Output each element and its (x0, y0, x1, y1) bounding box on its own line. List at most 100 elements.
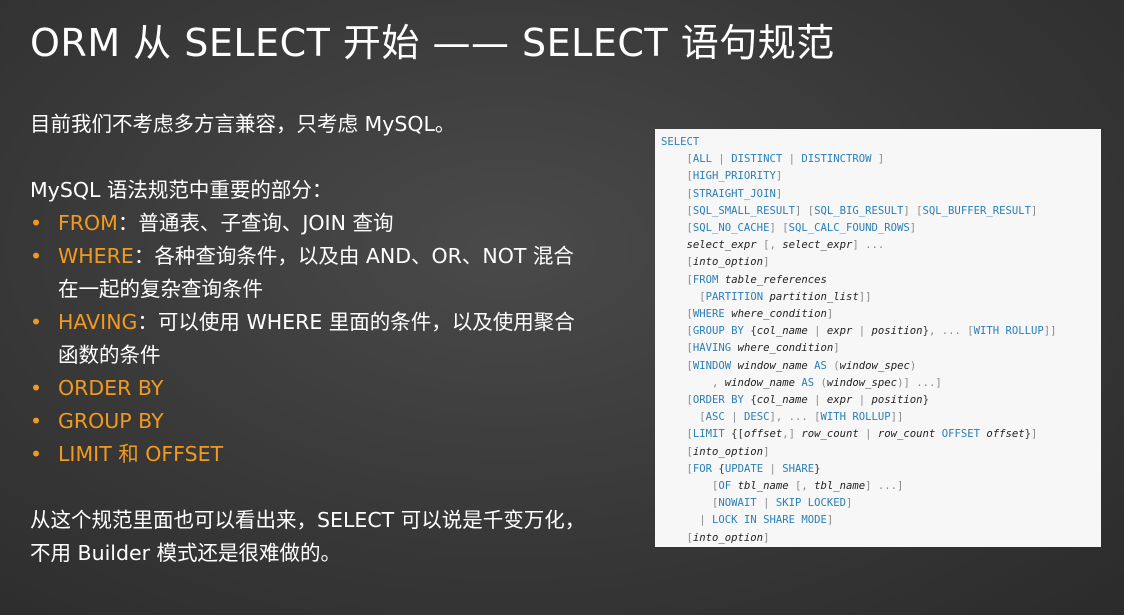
syntax-param: expr (826, 394, 853, 407)
syntax-bracket: ] (846, 497, 853, 510)
syntax-param: offset (986, 428, 1025, 441)
bullet-list: • FROM：普通表、子查询、JOIN 查询 • WHERE：各种查询条件，以及由 … (30, 207, 590, 471)
syntax-param: row_count (877, 428, 936, 441)
syntax-line: [ORDER BY {col_name | expr | position} (661, 392, 1101, 409)
syntax-param: into_option (692, 531, 764, 544)
syntax-text (661, 428, 687, 440)
syntax-text (661, 308, 687, 320)
syntax-keyword: SHARE (782, 462, 815, 475)
syntax-bracket: ] (826, 514, 834, 527)
syntax-line: [FROM table_references (661, 272, 1101, 289)
syntax-param: where_condition (731, 308, 827, 321)
syntax-text (661, 377, 712, 389)
syntax-text (661, 274, 687, 286)
syntax-text (661, 170, 687, 182)
syntax-bracket: ( (814, 376, 827, 389)
syntax-line: [SQL_SMALL_RESULT] [SQL_BIG_RESULT] [SQL… (661, 203, 1101, 220)
bullet-text: ：普通表、子查询、JOIN 查询 (117, 211, 394, 235)
list-item: • FROM：普通表、子查询、JOIN 查询 (30, 207, 590, 240)
syntax-keyword: AS (801, 376, 815, 389)
syntax-line: | LOCK IN SHARE MODE] (661, 512, 1101, 529)
syntax-bracket: ] ...] (865, 480, 904, 493)
syntax-line: [ASC | DESC], ... [WITH ROLLUP]] (661, 409, 1101, 426)
syntax-bracket: ] (763, 531, 770, 544)
syntax-text (661, 532, 687, 544)
select-syntax-code: SELECT [ALL | DISTINCT | DISTINCTROW ] [… (661, 134, 1101, 547)
syntax-text (661, 394, 687, 406)
syntax-bracket: | (807, 394, 827, 407)
conclusion-text: 从这个规范里面也可以看出来，SELECT 可以说是千变万化，不用 Builder… (30, 508, 586, 565)
syntax-text (661, 325, 687, 337)
syntax-bracket: | (699, 514, 713, 527)
list-item: • HAVING：可以使用 WHERE 里面的条件，以及使用聚合函数的条件 (30, 306, 590, 372)
syntax-keyword: HAVING (692, 342, 732, 355)
syntax-line: [GROUP BY {col_name | expr | position}, … (661, 323, 1101, 340)
bullet-keyword: FROM (58, 211, 118, 235)
intro-text: 目前我们不考虑多方言兼容，只考虑 MySQL。 (30, 112, 456, 136)
syntax-keyword: ALL (692, 153, 713, 166)
syntax-line: [WHERE where_condition] (661, 306, 1101, 323)
list-item: • ORDER BY (30, 372, 590, 405)
syntax-bracket: ] (763, 445, 770, 458)
syntax-keyword: FOR (692, 462, 713, 475)
syntax-bracket: | (852, 394, 872, 407)
syntax-keyword: HIGH_PRIORITY (692, 170, 776, 183)
syntax-bracket: ] [ (769, 222, 789, 235)
syntax-param: offset (743, 428, 783, 441)
syntax-bracket: ], ... [ (769, 411, 821, 424)
syntax-param: tbl_name (814, 480, 866, 493)
syntax-line: , window_name AS (window_spec)] ...] (661, 375, 1101, 392)
syntax-bracket: ] (1031, 428, 1038, 441)
subheading: MySQL 语法规范中重要的部分： (30, 178, 333, 202)
syntax-line: [WINDOW window_name AS (window_spec) (661, 358, 1101, 375)
syntax-param: expr (826, 325, 853, 338)
syntax-keyword: WITH ROLLUP (820, 411, 891, 424)
syntax-keyword: AS (814, 359, 827, 372)
bullet-dot-icon: • (30, 310, 43, 334)
content-panel: 目前我们不考虑多方言兼容，只考虑 MySQL。 MySQL 语法规范中重要的部分… (30, 108, 590, 570)
syntax-line: [FOR {UPDATE | SHARE} (661, 461, 1101, 478)
syntax-bracket: ] (833, 342, 840, 355)
bullet-keyword: WHERE (58, 244, 134, 268)
syntax-bracket: ] (775, 187, 783, 200)
syntax-param: window_name (737, 359, 808, 372)
syntax-text (661, 497, 712, 509)
syntax-keyword: SQL_CALC_FOUND_ROWS (788, 222, 910, 235)
syntax-line: [into_option] (661, 254, 1101, 271)
syntax-param: position (871, 325, 923, 338)
syntax-line: [into_option] (661, 444, 1101, 461)
bullet-keyword: GROUP BY (58, 409, 164, 433)
syntax-keyword: SQL_BIG_RESULT (814, 204, 904, 217)
syntax-keyword: PARTITION (705, 290, 764, 303)
syntax-keyword: ASC (705, 411, 725, 424)
syntax-text (661, 411, 699, 423)
syntax-line: [SQL_NO_CACHE] [SQL_CALC_FOUND_ROWS] (661, 220, 1101, 237)
select-syntax-box: SELECT [ALL | DISTINCT | DISTINCTROW ] [… (655, 129, 1101, 547)
syntax-bracket: [, (756, 239, 783, 252)
syntax-param: select_expr (782, 239, 853, 252)
syntax-param: window_spec (839, 359, 910, 372)
syntax-keyword: DESC (743, 411, 770, 424)
syntax-keyword: WHERE (692, 308, 725, 321)
syntax-bracket: ] [ (794, 204, 815, 217)
bullet-keyword: HAVING (58, 310, 138, 334)
syntax-param: row_count (801, 428, 859, 441)
bullet-text: ：各种查询条件，以及由 AND、OR、NOT 混合在一起的复杂查询条件 (58, 244, 574, 301)
syntax-text: { (743, 325, 757, 338)
syntax-line: [HIGH_PRIORITY] (661, 168, 1101, 185)
syntax-bracket: ] (871, 153, 885, 166)
syntax-bracket: ] ... (852, 239, 885, 252)
syntax-line: [NOWAIT | SKIP LOCKED] (661, 495, 1101, 512)
syntax-bracket: ( (826, 359, 840, 372)
syntax-text (661, 239, 687, 251)
syntax-keyword: ORDER BY (692, 394, 744, 407)
syntax-param: partition_list (769, 290, 859, 303)
syntax-bracket: , ... [ (928, 325, 974, 338)
syntax-bracket: ]] (890, 411, 904, 424)
bullet-dot-icon: • (30, 376, 43, 400)
syntax-text (661, 463, 687, 475)
syntax-text (661, 446, 687, 458)
syntax-text (661, 205, 687, 217)
syntax-text (661, 188, 687, 200)
syntax-bracket: ]] (1043, 325, 1057, 338)
